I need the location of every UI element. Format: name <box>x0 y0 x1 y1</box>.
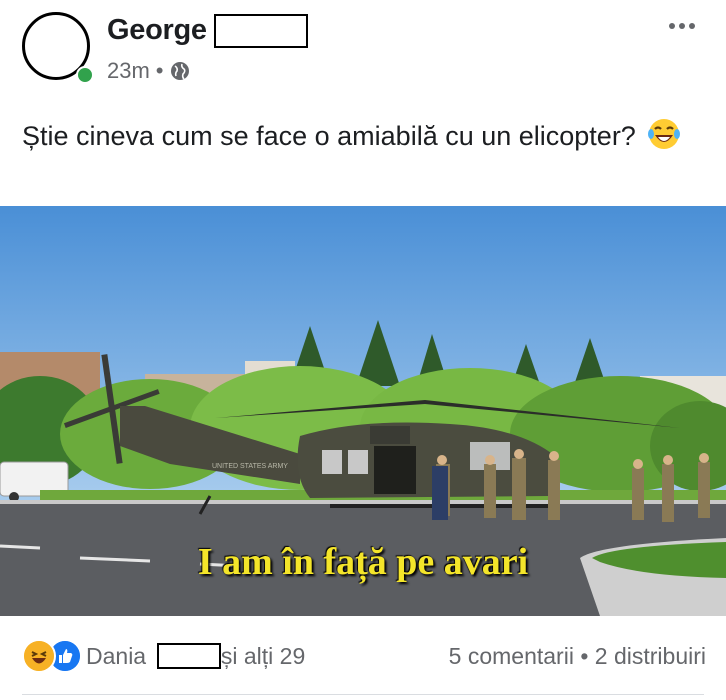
redaction-box <box>157 643 221 669</box>
shares-count[interactable]: 2 distribuiri <box>595 643 706 669</box>
globe-icon <box>170 62 189 80</box>
more-dot-icon <box>679 23 685 29</box>
post-text: Știe cineva cum se face o amiabilă cu un… <box>22 116 702 156</box>
counts-separator: • <box>580 643 589 669</box>
laughing-tears-emoji-icon <box>648 119 681 149</box>
post-photo[interactable]: UNITED STATES ARMY I am în față pe avari <box>0 206 726 616</box>
reactions-summary[interactable] <box>22 639 82 673</box>
redaction-box <box>214 14 308 48</box>
photo-caption: I am în față pe avari <box>197 541 529 583</box>
meta-separator: • <box>155 58 164 83</box>
footer-divider <box>22 694 704 695</box>
post-header: George 23m • <box>0 0 726 100</box>
online-status-dot <box>76 66 94 84</box>
post-time[interactable]: 23m <box>107 58 150 84</box>
author-name[interactable]: George <box>107 14 207 47</box>
haha-reaction-icon <box>22 639 56 673</box>
more-dot-icon <box>669 23 675 29</box>
more-dot-icon <box>689 23 695 29</box>
comments-count[interactable]: 5 comentarii <box>449 643 574 669</box>
post-body: Știe cineva cum se face o amiabilă cu un… <box>22 121 636 151</box>
engagement-counts: 5 comentarii • 2 distribuiri <box>449 643 706 670</box>
helicopter-marking: UNITED STATES ARMY <box>212 463 288 470</box>
post-meta: 23m • <box>107 58 190 84</box>
reactor-name: Dania <box>86 643 147 669</box>
post-footer: Dania și alți 29 5 comentarii • 2 distri… <box>0 626 726 686</box>
more-options-button[interactable] <box>664 14 700 38</box>
reactor-others: și alți 29 <box>220 643 306 669</box>
